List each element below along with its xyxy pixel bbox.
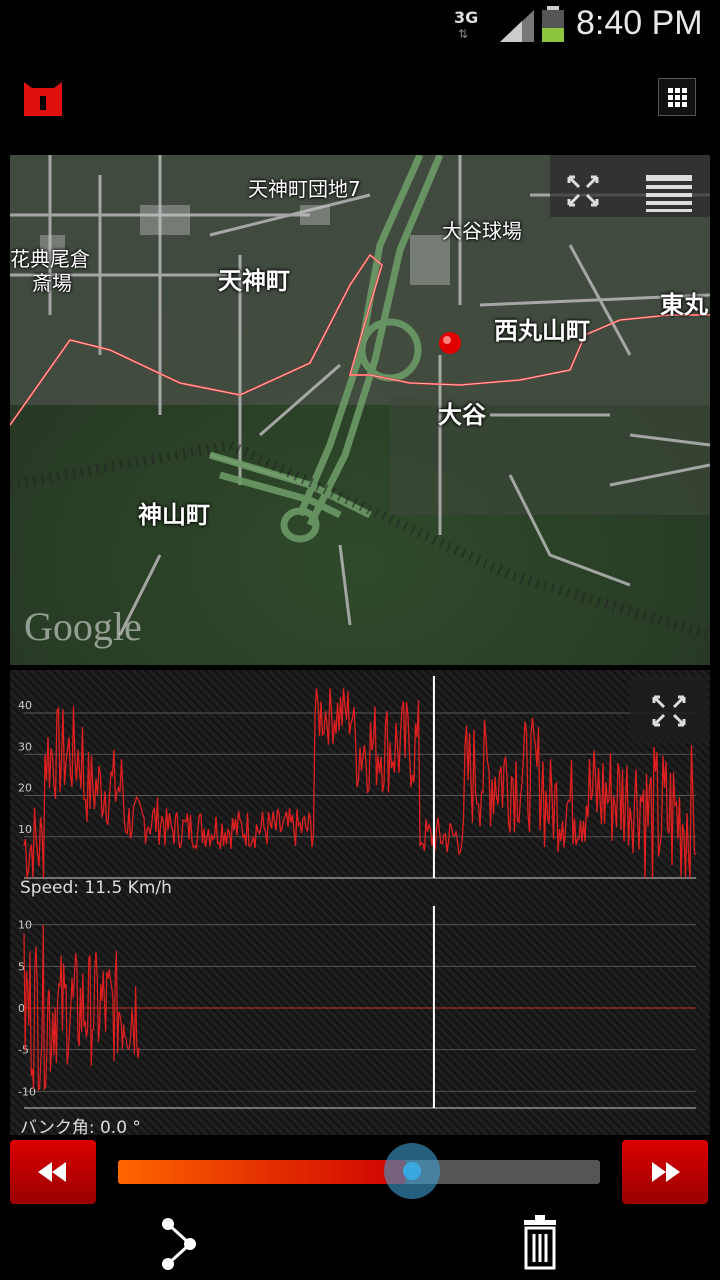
action-bar — [0, 50, 720, 150]
playback-progress — [118, 1160, 407, 1184]
map-layers-icon — [646, 175, 692, 212]
speed-tick-label: 30 — [18, 740, 32, 753]
bank-trace — [23, 924, 140, 1092]
grid-menu-button[interactable] — [658, 78, 696, 116]
status-bar: 3G ⇅ 8:40 PM — [0, 0, 720, 50]
speed-chart[interactable]: 40 30 20 10 — [10, 672, 710, 882]
signal-strength-icon — [500, 10, 534, 42]
delete-button[interactable] — [510, 1210, 570, 1276]
map-label-nishimaru: 西丸山町 — [494, 317, 590, 345]
speed-tick-label: 20 — [18, 782, 32, 795]
share-button[interactable] — [150, 1210, 210, 1276]
expand-icon — [652, 695, 686, 727]
satellite-map[interactable]: 天神町団地7 大谷球場 天神町 花典尾倉 斎場 西丸山町 東丸 大谷 神山町 G… — [10, 155, 710, 665]
bank-tick-label: -5 — [18, 1044, 29, 1057]
bank-angle-chart[interactable]: 1050-5-10 — [10, 902, 710, 1112]
speed-trace — [23, 688, 697, 879]
playback-slider-thumb[interactable] — [384, 1143, 441, 1199]
trash-icon — [524, 1215, 556, 1270]
status-clock: 8:40 PM — [576, 4, 703, 42]
bank-angle-readout: バンク角: 0.0 ° — [20, 1118, 141, 1138]
battery-icon — [542, 6, 564, 42]
map-label-tenjin: 天神町 — [218, 267, 290, 295]
map-label-otani: 大谷 — [438, 401, 486, 429]
grid-menu-icon — [668, 88, 687, 107]
data-activity-icon: ⇅ — [458, 27, 469, 41]
speed-tick-label: 40 — [18, 699, 32, 712]
playback-slider[interactable] — [118, 1160, 600, 1184]
network-type: 3G — [454, 8, 479, 27]
map-label-stadium: 大谷球場 — [442, 219, 522, 243]
app-logo-icon — [24, 82, 62, 116]
google-attribution: Google — [24, 604, 142, 649]
fast-forward-icon — [652, 1162, 680, 1182]
speed-readout: Speed: 11.5 Km/h — [20, 878, 172, 898]
map-label-higashi: 東丸 — [660, 291, 708, 319]
map-label-flower-2: 斎場 — [32, 271, 72, 295]
map-label-kamiyama: 神山町 — [138, 501, 210, 529]
rewind-button[interactable] — [10, 1140, 96, 1204]
map-label-danchi: 天神町団地7 — [248, 177, 361, 201]
map-expand-button[interactable] — [545, 163, 621, 219]
chart-expand-button[interactable] — [630, 677, 708, 743]
bottom-bar — [0, 1210, 720, 1280]
speed-tick-label: 10 — [18, 823, 32, 836]
bank-tick-label: 10 — [18, 919, 32, 932]
fast-forward-button[interactable] — [622, 1140, 708, 1204]
map-layers-button[interactable] — [630, 163, 708, 219]
map-imagery — [10, 155, 710, 665]
share-icon — [162, 1218, 196, 1270]
bank-tick-label: 0 — [18, 1002, 25, 1015]
expand-icon — [567, 175, 599, 207]
rewind-icon — [38, 1162, 66, 1182]
